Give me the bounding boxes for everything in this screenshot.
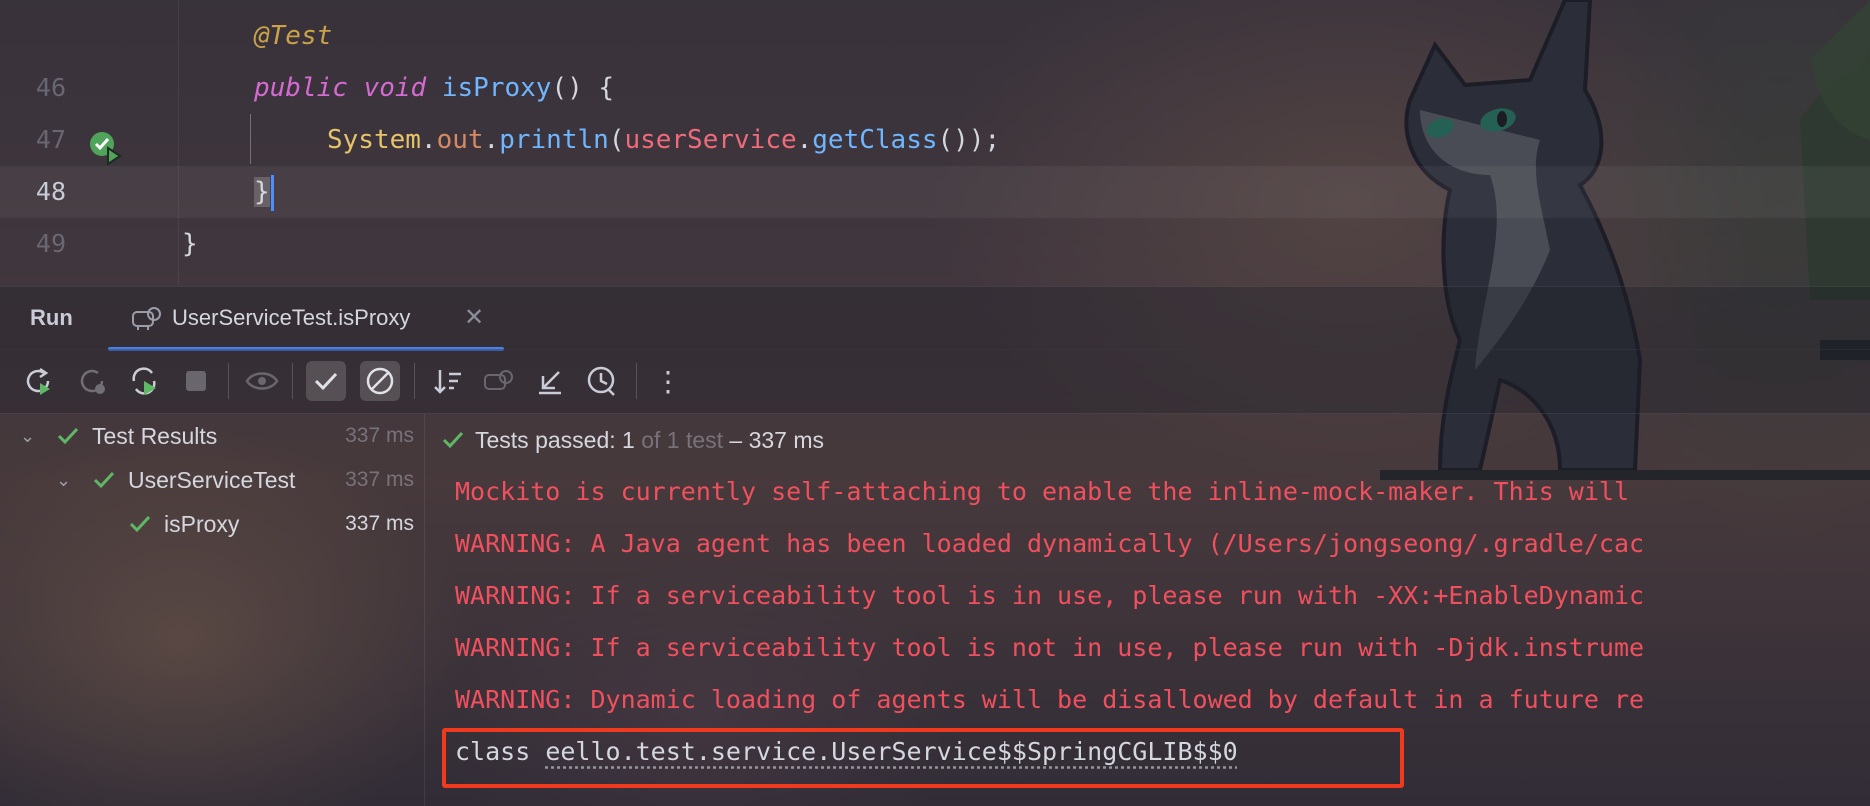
code-text: @Test xyxy=(254,10,332,62)
code-editor[interactable]: @Test 46 public void isProxy() { 47 Syst… xyxy=(0,0,1870,285)
code-line: 46 public void isProxy() { xyxy=(0,62,1870,166)
sort-icon[interactable] xyxy=(428,361,468,401)
test-runner-toolbar: ⋮ xyxy=(0,349,1870,414)
console-line-stderr: WARNING: A Java agent has been loaded dy… xyxy=(455,529,1645,558)
passed-check-icon xyxy=(129,515,151,533)
test-run-config-icon xyxy=(132,307,161,330)
collapse-icon[interactable] xyxy=(530,361,570,401)
rerun-failed-icon[interactable] xyxy=(72,361,112,401)
chevron-down-icon[interactable]: ⌄ xyxy=(20,414,35,458)
tab-userservicetest-isproxy[interactable]: UserServiceTest.isProxy ✕ xyxy=(108,287,504,349)
console-line-stderr: WARNING: If a serviceability tool is in … xyxy=(455,581,1645,610)
code-line: 47 System.out.println(userService.getCla… xyxy=(0,114,1870,166)
code-text: System.out.println(userService.getClass(… xyxy=(327,125,1001,155)
import-tests-icon[interactable] xyxy=(478,361,518,401)
tree-row-label: UserServiceTest xyxy=(128,467,296,493)
line-number: 49 xyxy=(35,229,66,258)
show-ignored-icon[interactable] xyxy=(360,361,400,401)
line-number: 46 xyxy=(35,73,66,102)
toolbar-separator xyxy=(414,363,415,399)
show-passed-icon[interactable] xyxy=(242,361,282,401)
code-line-current: 48 } xyxy=(0,166,1870,218)
matched-brace: } xyxy=(254,177,270,207)
passed-check-icon xyxy=(93,471,115,489)
run-tool-window-title[interactable]: Run xyxy=(30,287,73,349)
tree-row-isproxy[interactable]: isProxy 337 ms xyxy=(0,502,424,546)
toolbar-separator xyxy=(636,363,637,399)
code-text: } xyxy=(182,229,198,259)
rerun-icon[interactable] xyxy=(18,361,58,401)
tree-row-userservicetest[interactable]: ⌄ UserServiceTest 337 ms xyxy=(0,458,424,502)
toolbar-separator xyxy=(292,363,293,399)
tree-row-label: Test Results xyxy=(92,423,218,449)
passed-check-icon xyxy=(442,431,464,449)
close-tab-icon[interactable]: ✕ xyxy=(464,287,484,349)
annotation-test: @Test xyxy=(254,21,333,51)
code-text: public void isProxy() { xyxy=(254,73,615,103)
tests-total-label: of 1 test xyxy=(641,427,724,453)
tree-row-duration: 337 ms xyxy=(345,468,414,491)
run-tool-window-tabs: Run UserServiceTest.isProxy ✕ xyxy=(0,286,1870,351)
test-results-tree: ⌄ Test Results 337 ms ⌄ UserServiceTest … xyxy=(0,414,425,806)
tab-label: UserServiceTest.isProxy xyxy=(172,305,411,330)
more-icon[interactable]: ⋮ xyxy=(648,361,688,401)
console-line-stderr: WARNING: If a serviceability tool is not… xyxy=(455,633,1645,662)
line-number: 47 xyxy=(35,125,66,154)
tests-time-label: – 337 ms xyxy=(729,427,825,453)
toolbar-separator xyxy=(228,363,229,399)
tree-row-duration: 337 ms xyxy=(345,424,414,447)
tree-row-label: isProxy xyxy=(164,511,240,537)
annotation-highlight-box xyxy=(442,728,1404,788)
toggle-auto-test-icon[interactable] xyxy=(124,361,164,401)
stop-icon[interactable] xyxy=(176,361,216,401)
console-line-stderr: WARNING: Dynamic loading of agents will … xyxy=(455,685,1645,714)
tree-row-test-results[interactable]: ⌄ Test Results 337 ms xyxy=(0,414,424,458)
tree-row-duration: 337 ms xyxy=(345,512,414,535)
code-line: @Test xyxy=(0,10,1870,62)
code-line: 49 } xyxy=(0,218,1870,270)
history-icon[interactable] xyxy=(582,361,622,401)
text-caret xyxy=(270,174,274,211)
chevron-down-icon[interactable]: ⌄ xyxy=(56,458,71,502)
tests-passed-label: Tests passed: 1 xyxy=(475,427,635,453)
show-passed-tests-toggle[interactable] xyxy=(306,361,346,401)
console-line-stderr: Mockito is currently self-attaching to e… xyxy=(455,477,1629,506)
line-number: 48 xyxy=(35,177,66,206)
passed-check-icon xyxy=(57,427,79,445)
code-text: } xyxy=(254,166,274,218)
